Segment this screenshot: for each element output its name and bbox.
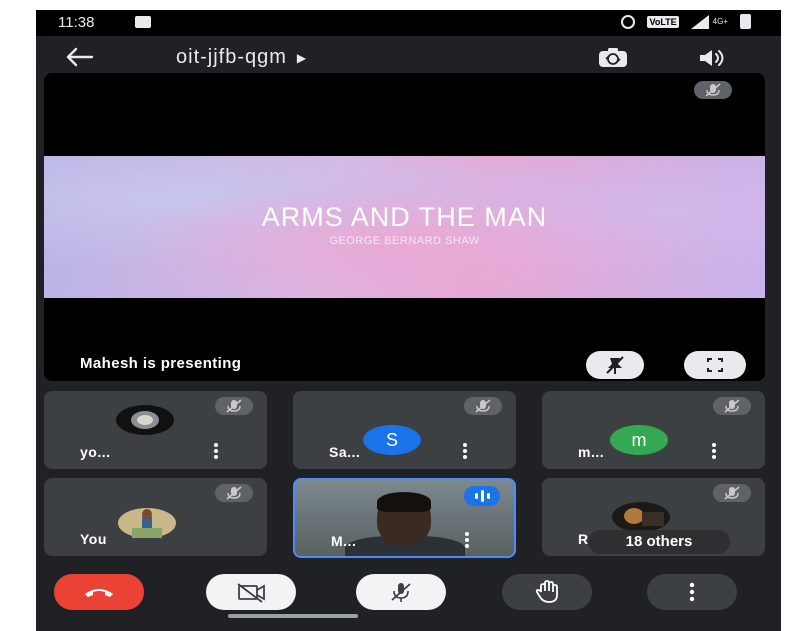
status-icons: VoLTE 4G+ (621, 14, 751, 29)
more-vert-icon[interactable] (458, 441, 472, 461)
switch-camera-icon[interactable] (596, 46, 630, 70)
volte-icon: VoLTE (647, 15, 679, 28)
mic-off-icon (226, 399, 242, 413)
battery-icon (740, 14, 751, 29)
mic-toggle-button[interactable] (356, 574, 446, 610)
participant-name: M... (331, 533, 357, 549)
gesture-nav-bar[interactable] (228, 614, 358, 618)
avatar: S (363, 425, 421, 455)
participant-name: m... (578, 444, 605, 460)
participant-tile-active-speaker[interactable]: M... (293, 478, 516, 558)
status-time: 11:38 (58, 14, 95, 31)
camera-off-icon (237, 583, 265, 603)
meeting-code: oit-jjfb-qgm (176, 46, 287, 68)
unpin-button[interactable] (586, 351, 644, 379)
presenter-mic-muted-badge (694, 81, 732, 99)
mic-off-badge (713, 397, 751, 415)
participant-tile[interactable]: m m... (542, 391, 765, 469)
more-options-button[interactable] (647, 574, 737, 610)
presentation-view[interactable]: ARMS AND THE MAN GEORGE BERNARD SHAW Mah… (44, 73, 765, 381)
avatar (612, 502, 670, 532)
speaker-icon[interactable] (696, 46, 730, 70)
more-vert-icon (689, 582, 695, 602)
more-vert-icon[interactable] (707, 441, 721, 461)
camera-toggle-button[interactable] (206, 574, 296, 610)
fullscreen-icon (707, 358, 723, 372)
participant-tile[interactable]: yo... (44, 391, 267, 469)
call-controls (36, 570, 781, 620)
avatar (118, 508, 176, 538)
mic-off-icon (705, 83, 721, 97)
back-arrow-icon[interactable] (64, 46, 94, 68)
alarm-icon (621, 14, 636, 29)
status-bar: 11:38 VoLTE 4G+ (36, 10, 781, 36)
mic-off-badge (215, 397, 253, 415)
presenter-label: Mahesh is presenting (80, 355, 242, 372)
meeting-code-button[interactable]: oit-jjfb-qgm ▶ (176, 46, 307, 69)
mic-off-icon (724, 486, 740, 500)
slide-subtitle: GEORGE BERNARD SHAW (329, 235, 480, 247)
mic-off-icon (475, 399, 491, 413)
end-call-icon (85, 589, 113, 597)
mic-off-badge (713, 484, 751, 502)
participant-name: Sa... (329, 444, 361, 460)
video-person-hair (377, 492, 431, 512)
participant-tile-self[interactable]: You (44, 478, 267, 556)
network-type-label: 4G+ (712, 17, 728, 26)
avatar (116, 405, 174, 435)
caret-right-icon: ▶ (296, 50, 308, 65)
more-vert-icon[interactable] (209, 441, 223, 461)
raise-hand-button[interactable] (502, 574, 592, 610)
meet-screen: 11:38 VoLTE 4G+ oit-jjfb-qgm ▶ ARMS AND … (36, 10, 781, 631)
slide-title: ARMS AND THE MAN (261, 202, 548, 232)
mic-off-badge (215, 484, 253, 502)
more-vert-icon[interactable] (460, 530, 474, 550)
mic-off-icon (391, 583, 411, 602)
avatar: m (610, 425, 668, 455)
mic-off-badge (464, 397, 502, 415)
shared-slide: ARMS AND THE MAN GEORGE BERNARD SHAW (44, 156, 765, 298)
participant-name: yo... (80, 444, 111, 460)
end-call-button[interactable] (54, 574, 144, 610)
others-count-button[interactable]: 18 others (588, 530, 730, 554)
participant-name: You (80, 531, 107, 547)
speaking-indicator-icon (464, 486, 500, 506)
fullscreen-button[interactable] (684, 351, 746, 379)
mic-off-icon (724, 399, 740, 413)
pin-off-icon (606, 356, 624, 374)
participant-tile[interactable]: S Sa... (293, 391, 516, 469)
hand-icon (535, 580, 558, 603)
gallery-notification-icon (135, 16, 151, 28)
mic-off-icon (226, 486, 242, 500)
signal-icon (690, 14, 709, 29)
